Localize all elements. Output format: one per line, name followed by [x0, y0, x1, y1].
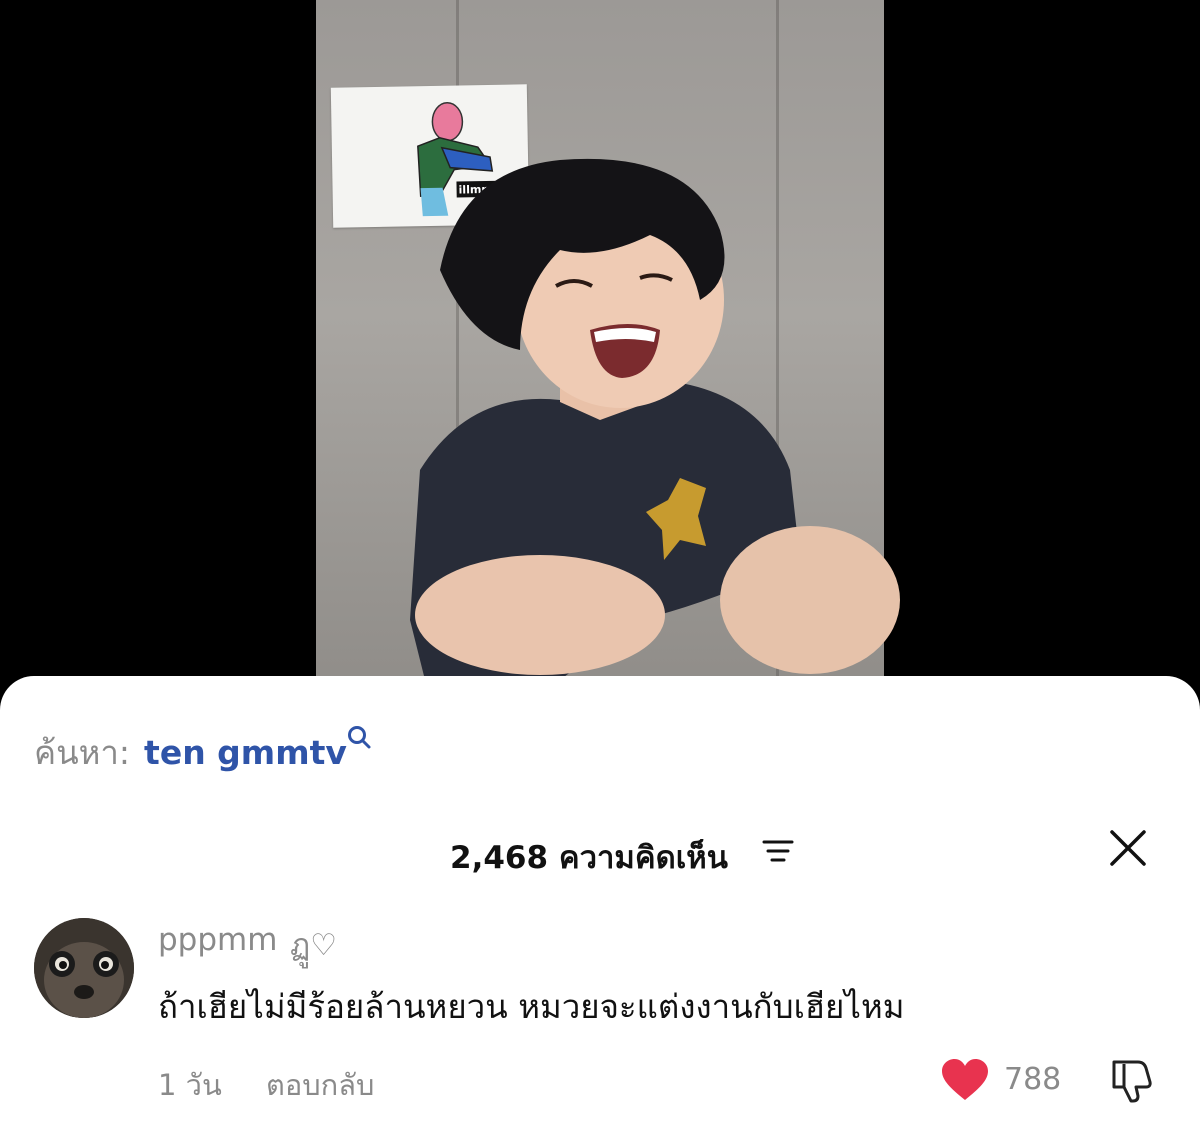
comment-item: pppmm ฏู♡ ถ้าเฮียไม่มีร้อยล้านหยวน หมวยจ…: [34, 918, 1174, 1118]
search-icon[interactable]: [346, 724, 372, 750]
comment-text: ถ้าเฮียไม่มีร้อยล้านหยวน หมวยจะแต่งงานกั…: [158, 987, 905, 1026]
heart-icon[interactable]: [940, 1058, 990, 1102]
comments-header: 2,468 ความคิดเห็น: [0, 828, 1200, 876]
comment-count: 2,468 ความคิดเห็น: [450, 840, 728, 876]
video-player[interactable]: illmnt: [0, 0, 1200, 700]
sort-icon[interactable]: [762, 838, 794, 864]
search-prefix: ค้นหา:: [34, 733, 131, 772]
comment-username[interactable]: pppmm: [158, 922, 277, 958]
like-count: 788: [1004, 1062, 1062, 1097]
close-icon[interactable]: [1108, 828, 1148, 868]
person-in-video: [410, 158, 900, 700]
avatar[interactable]: [34, 918, 134, 1018]
search-suggestion[interactable]: ค้นหา: ten gmmtv: [34, 726, 347, 779]
thumbs-down-icon[interactable]: [1108, 1056, 1156, 1104]
username-decoration: ฏู♡: [290, 928, 338, 963]
comments-sheet: ค้นหา: ten gmmtv 2,468 ความคิดเห็น pppmm…: [0, 676, 1200, 1132]
search-query-link[interactable]: ten gmmtv: [144, 733, 347, 772]
avatar-image: [34, 918, 134, 1018]
reply-button[interactable]: ตอบกลับ: [266, 1062, 374, 1108]
comment-actions: 1 วัน ตอบกลับ 788: [158, 1058, 1168, 1103]
comment-time: 1 วัน: [158, 1068, 222, 1102]
